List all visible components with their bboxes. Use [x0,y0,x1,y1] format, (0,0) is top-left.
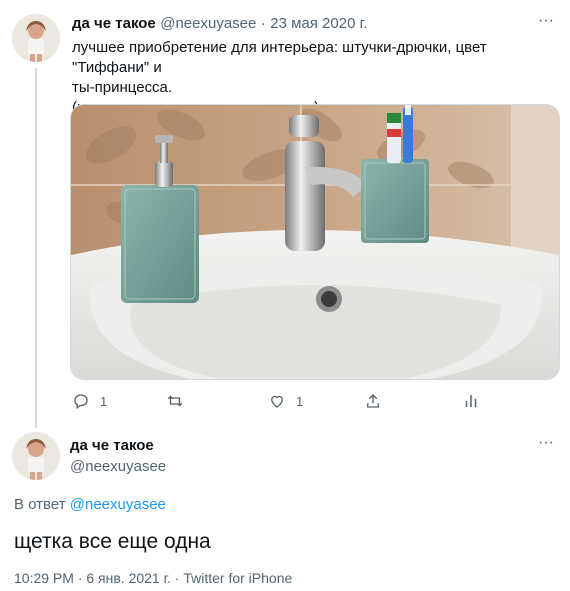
more-options-button[interactable]: ··· [538,434,554,452]
analytics-icon [465,395,477,407]
reply-to-handle[interactable]: @neexuyasee [70,496,166,513]
thread-connector [35,68,37,428]
avatar-image [12,14,60,62]
reply-icon [74,394,88,410]
reply-button[interactable]: 1 [72,392,107,410]
tweet-text-line: лучшее приобретение для интерьера: штучк… [72,39,487,76]
reply-prefix: В ответ [14,496,66,513]
tweet-text-line: ты-принцесса. [72,79,173,96]
bathroom-sink-photo [71,105,559,379]
retweet-icon [167,395,183,407]
user-handle[interactable]: @neexuyasee [160,15,256,32]
reply-context: В ответ @neexuyasee [14,496,166,513]
user-handle[interactable]: @neexuyasee [70,458,166,475]
share-button[interactable] [364,392,382,410]
like-button[interactable]: 1 [268,392,303,410]
avatar-image [12,432,60,480]
reply-count: 1 [100,393,108,409]
retweet-button[interactable] [166,392,194,410]
focused-tweet-text: щетка все еще одна [14,530,211,553]
share-icon [367,394,379,408]
avatar[interactable] [12,14,60,62]
tweet-date[interactable]: 23 мая 2020 г. [270,15,367,32]
tweet-photo[interactable] [70,104,560,380]
more-options-button[interactable]: ··· [538,12,554,30]
tweet-timestamp[interactable]: 10:29 PM · 6 янв. 2021 г. · Twitter for … [14,570,292,586]
analytics-button[interactable] [462,392,480,410]
like-count: 1 [296,393,304,409]
like-icon [271,395,283,408]
display-name[interactable]: да че такое [72,15,156,32]
separator-dot: · [260,15,266,32]
display-name[interactable]: да че такое [70,437,154,454]
avatar[interactable] [12,432,60,480]
